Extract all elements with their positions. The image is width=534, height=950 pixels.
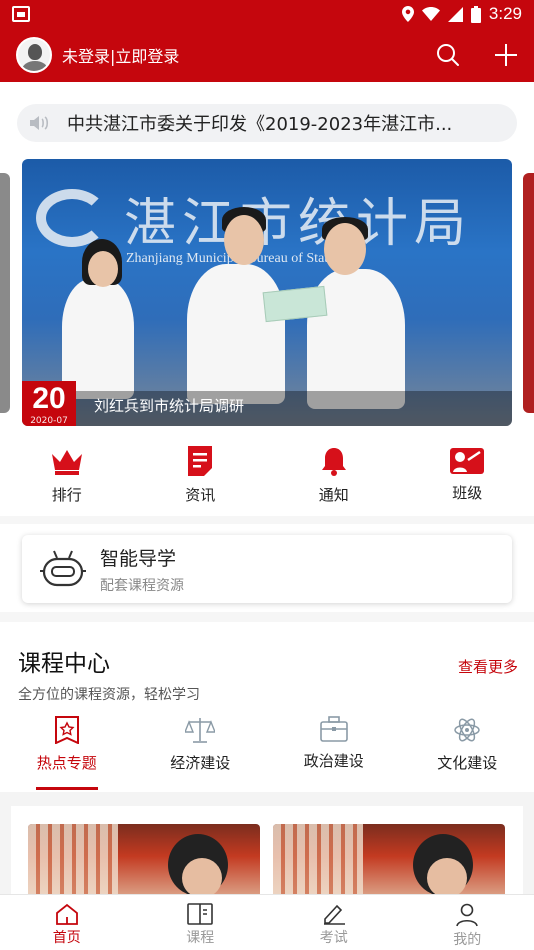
scale-icon [185, 718, 216, 743]
photo-person [187, 264, 285, 404]
tab-hot-topics[interactable]: 热点专题 [0, 716, 134, 792]
add-icon[interactable] [494, 43, 518, 67]
active-tab-indicator [35, 787, 98, 790]
quick-link-label: 资讯 [185, 486, 216, 504]
quick-link-label: 排行 [51, 486, 82, 504]
nav-label: 课程 [186, 930, 215, 946]
tab-label: 政治建设 [303, 752, 364, 770]
view-more-link[interactable]: 查看更多 [458, 656, 518, 677]
quick-links: 排行 资讯 通知 班级 [0, 446, 534, 510]
smart-guide-title: 智能导学 [100, 547, 177, 570]
banner-caption: 刘红兵到市统计局调研 [94, 397, 245, 415]
bell-icon [321, 448, 346, 476]
quick-link-label: 班级 [452, 484, 483, 502]
course-center-header: 课程中心 全方位的课程资源，轻松学习 查看更多 [18, 644, 518, 704]
wifi-icon [421, 7, 440, 21]
photo-face [88, 251, 118, 287]
user-icon [456, 903, 479, 927]
status-time: 3:29 [488, 4, 522, 23]
carousel-prev-slide[interactable] [0, 173, 10, 413]
speaker-icon [30, 116, 49, 130]
book-icon [187, 903, 214, 925]
app-screen: 3:29 未登录|立即登录 中共湛江市委关于印发《2019-2023年湛江市..… [0, 0, 534, 950]
crown-icon [51, 450, 82, 475]
atom-icon [454, 718, 480, 742]
avatar[interactable] [16, 37, 52, 73]
quick-link-news[interactable]: 资讯 [134, 446, 268, 510]
course-card-thumbnail[interactable] [28, 824, 260, 904]
location-icon [401, 6, 414, 22]
course-center-subtitle: 全方位的课程资源，轻松学习 [18, 687, 200, 703]
tab-politics[interactable]: 政治建设 [267, 716, 401, 792]
photo-face [324, 223, 366, 275]
tab-culture[interactable]: 文化建设 [401, 716, 534, 792]
tab-economy[interactable]: 经济建设 [134, 716, 268, 792]
nav-courses[interactable]: 课程 [134, 895, 268, 950]
section-divider [0, 516, 534, 524]
course-category-tabs: 热点专题 经济建设 政治建设 文化建设 [0, 716, 534, 792]
search-icon[interactable] [436, 43, 460, 67]
quick-link-notices[interactable]: 通知 [267, 446, 401, 510]
nav-label: 首页 [52, 930, 81, 946]
notification-icon [12, 6, 30, 22]
bottom-nav: 首页 课程 考试 我的 [0, 894, 534, 950]
tab-label: 热点专题 [36, 754, 97, 772]
nav-label: 考试 [319, 930, 348, 946]
date-year-month: 2020-07 [30, 416, 68, 426]
smart-guide-subtitle: 配套课程资源 [100, 577, 184, 594]
bureau-logo-icon [36, 189, 108, 247]
quick-link-label: 通知 [318, 486, 349, 504]
battery-icon [470, 5, 481, 23]
date-badge: 20 2020-07 [22, 381, 76, 426]
signal-icon [447, 6, 463, 22]
pen-icon [323, 904, 345, 925]
nav-label: 我的 [453, 932, 482, 948]
smart-guide-card[interactable]: 智能导学 配套课程资源 [22, 535, 512, 603]
date-day: 20 [32, 382, 66, 415]
photo-face [224, 215, 264, 265]
section-divider [0, 612, 534, 622]
news-carousel[interactable]: 湛江市统计局 Zhanjiang Municipal Bureau of Sta… [22, 159, 512, 426]
robot-icon [40, 550, 86, 587]
carousel-next-slide[interactable] [523, 173, 534, 413]
notice-bar[interactable]: 中共湛江市委关于印发《2019-2023年湛江市... [17, 104, 517, 142]
home-icon [55, 903, 78, 925]
login-link[interactable]: 未登录|立即登录 [62, 43, 179, 67]
quick-link-classes[interactable]: 班级 [401, 446, 534, 510]
tab-label: 文化建设 [437, 754, 498, 772]
course-center-title: 课程中心 [18, 651, 110, 677]
nav-home[interactable]: 首页 [0, 895, 134, 950]
banner-wall-title: 湛江市统计局 [124, 194, 473, 254]
document-icon [188, 446, 213, 476]
nav-profile[interactable]: 我的 [401, 895, 534, 950]
course-card-thumbnail[interactable] [273, 824, 505, 904]
bookmark-star-icon [54, 716, 79, 744]
status-bar: 3:29 [0, 0, 534, 28]
notice-text: 中共湛江市委关于印发《2019-2023年湛江市... [67, 114, 453, 135]
app-header: 未登录|立即登录 [0, 28, 534, 82]
nav-exams[interactable]: 考试 [267, 895, 401, 950]
class-icon [450, 448, 485, 474]
tab-label: 经济建设 [170, 754, 231, 772]
briefcase-icon [319, 716, 348, 742]
quick-link-ranking[interactable]: 排行 [0, 446, 134, 510]
